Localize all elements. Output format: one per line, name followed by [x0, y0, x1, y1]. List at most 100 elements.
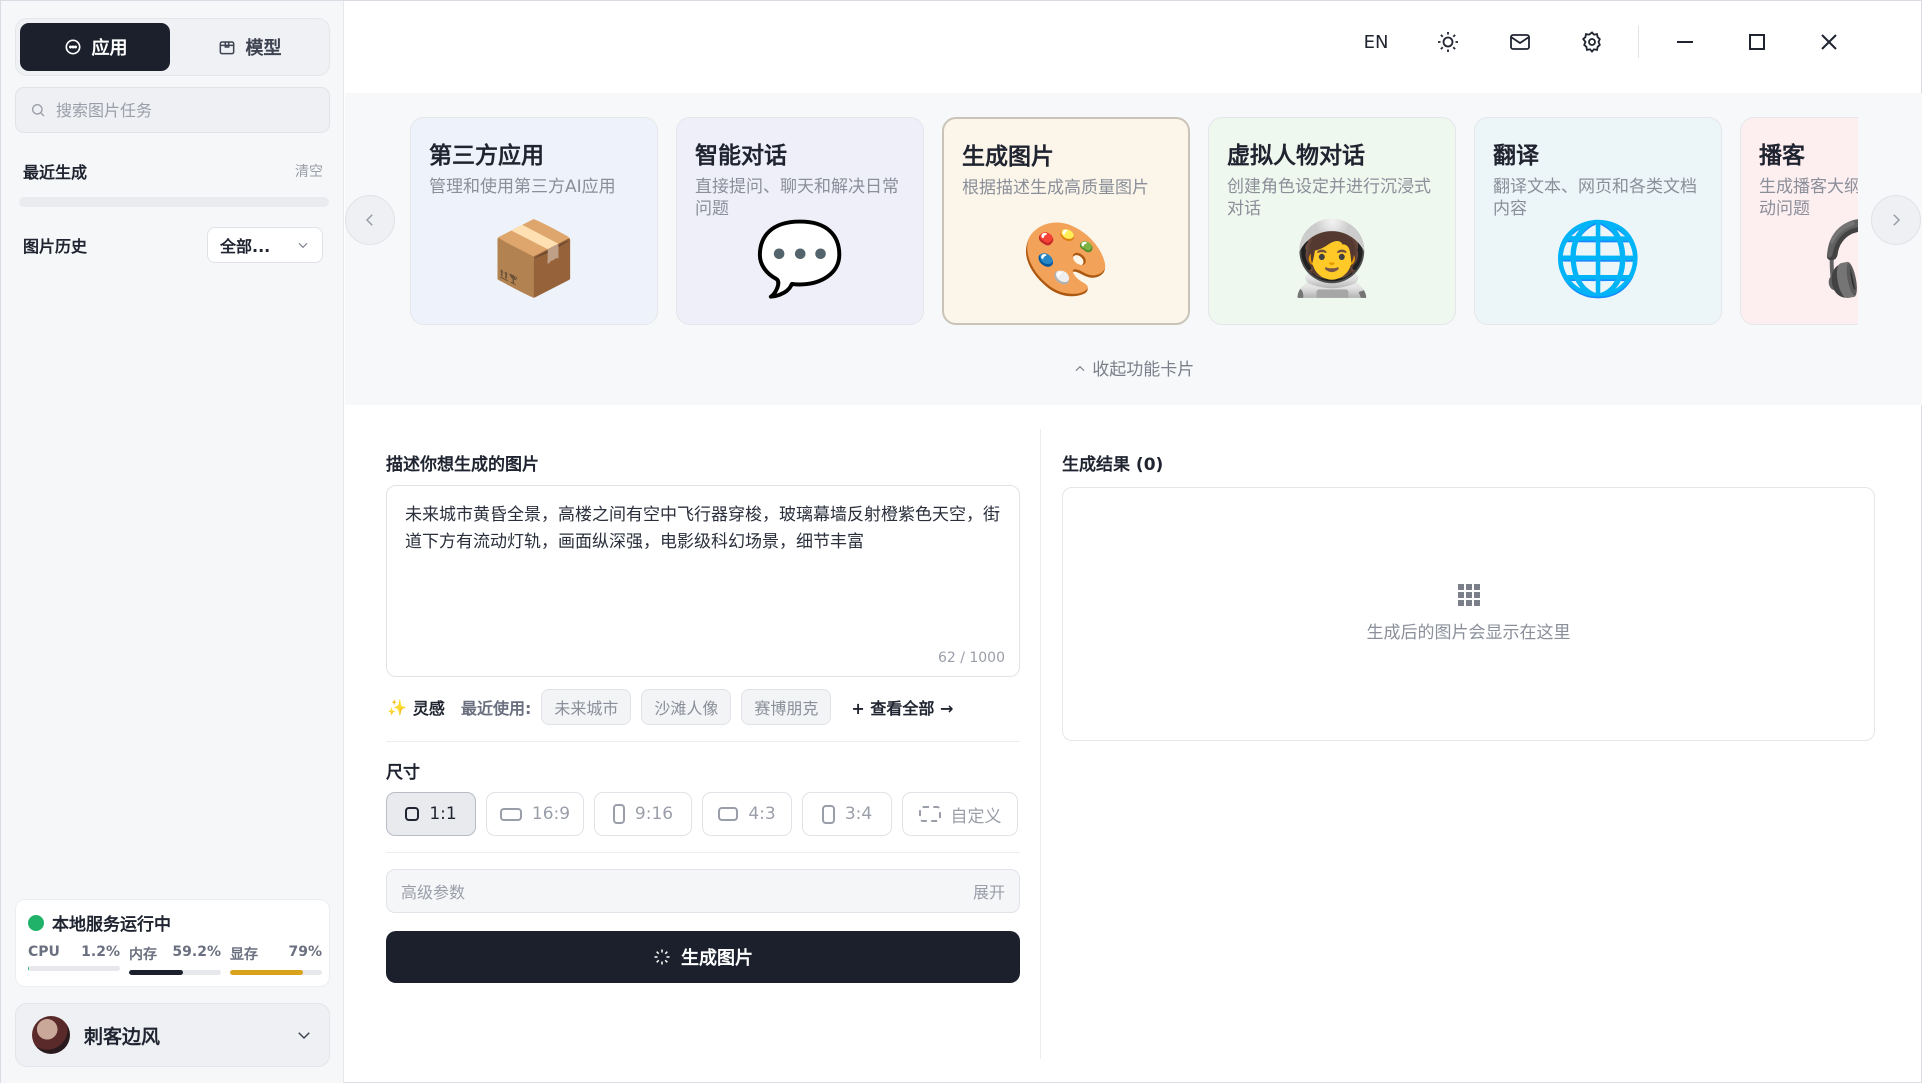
history-section-header: 图片历史 全部... — [23, 227, 323, 263]
cards-carousel: 第三方应用 管理和使用第三方AI应用 📦 智能对话 直接提问、聊天和解决日常问题… — [410, 117, 1858, 329]
metric-label: 内存 — [129, 947, 157, 963]
sidebar: 应用 模型 最近生成 清空 图片历史 全部... 本 — [1, 1, 344, 1083]
metric-memory: 内存 59.2% — [129, 944, 221, 975]
recent-placeholder — [19, 197, 329, 207]
result-empty-state: 生成后的图片会显示在这里 — [1063, 584, 1874, 643]
history-title: 图片历史 — [23, 237, 88, 256]
landscape-icon — [718, 807, 739, 821]
metric-cpu: CPU 1.2% — [28, 944, 120, 975]
metric-value: 79% — [288, 944, 322, 960]
metric-bar-fill — [230, 970, 303, 975]
card-title: 生成图片 — [962, 144, 1054, 170]
history-filter-value: 全部... — [220, 237, 271, 256]
search-box — [15, 87, 330, 133]
tab-model[interactable]: 模型 — [174, 23, 324, 71]
window-toolbar: EN — [1356, 21, 1849, 63]
recent-section-header: 最近生成 清空 — [23, 159, 323, 183]
feature-cards-panel: 第三方应用 管理和使用第三方AI应用 📦 智能对话 直接提问、聊天和解决日常问题… — [345, 93, 1922, 405]
inspiration-row: ✨ 灵感 最近使用: 未来城市 沙滩人像 赛博朋克 + 查看全部 → — [387, 689, 953, 725]
size-option-16-9[interactable]: 16:9 — [486, 792, 584, 836]
card-description: 根据描述生成高质量图片 — [962, 178, 1149, 198]
palette-icon: 🎨 — [1021, 217, 1111, 301]
advanced-params-toggle[interactable]: 高级参数 展开 — [386, 869, 1020, 913]
metric-value: 59.2% — [172, 944, 221, 960]
metric-bar-fill — [129, 970, 184, 975]
minimize-icon — [1677, 41, 1693, 43]
maximize-button[interactable] — [1737, 22, 1777, 62]
size-option-9-16[interactable]: 9:16 — [594, 792, 692, 836]
gear-icon — [1581, 31, 1601, 53]
size-option-1-1[interactable]: 1:1 — [386, 792, 476, 836]
metric-bar — [230, 970, 322, 975]
search-input[interactable] — [56, 100, 316, 120]
size-option-3-4[interactable]: 3:4 — [802, 792, 892, 836]
tab-app-label: 应用 — [91, 38, 128, 59]
user-menu[interactable]: 刺客边风 — [15, 1003, 330, 1067]
minimize-button[interactable] — [1665, 22, 1705, 62]
tab-app[interactable]: 应用 — [20, 23, 170, 71]
result-title: 生成结果 (0) — [1062, 455, 1164, 475]
cards-next-button[interactable] — [1871, 195, 1921, 245]
maximize-icon — [1749, 34, 1765, 50]
user-name: 刺客边风 — [84, 1025, 161, 1048]
square-icon — [405, 807, 420, 821]
size-options: 1:1 16:9 9:16 4:3 3:4 自定义 — [386, 792, 1018, 836]
form-divider — [386, 741, 1020, 742]
see-all-inspiration-link[interactable]: + 查看全部 → — [851, 695, 953, 719]
language-toggle[interactable]: EN — [1356, 22, 1396, 62]
portrait-icon — [821, 804, 835, 824]
size-option-custom[interactable]: 自定义 — [902, 792, 1018, 836]
metric-bar — [28, 966, 120, 971]
sun-icon — [1438, 32, 1458, 52]
clear-button[interactable]: 清空 — [295, 161, 323, 181]
box-icon: 📦 — [489, 216, 579, 300]
service-status-label: 本地服务运行中 — [52, 915, 171, 935]
card-generate-image[interactable]: 生成图片 根据描述生成高质量图片 🎨 — [942, 117, 1190, 325]
card-smart-chat[interactable]: 智能对话 直接提问、聊天和解决日常问题 💬 — [676, 117, 924, 325]
theme-toggle[interactable] — [1428, 22, 1468, 62]
card-description: 创建角色设定并进行沉浸式对话 — [1227, 177, 1431, 220]
inspiration-chip[interactable]: 赛博朋克 — [741, 689, 832, 725]
astronaut-icon: 🧑‍🚀 — [1287, 216, 1377, 300]
app-window: 应用 模型 最近生成 清空 图片历史 全部... 本 — [0, 0, 1922, 1083]
card-title: 翻译 — [1493, 143, 1539, 169]
chevron-left-icon — [365, 214, 373, 226]
custom-size-icon — [918, 806, 941, 822]
cards-prev-button[interactable] — [345, 195, 395, 245]
grid-icon — [1457, 584, 1480, 606]
card-title: 第三方应用 — [429, 143, 544, 169]
card-title: 虚拟人物对话 — [1227, 143, 1365, 169]
result-empty-text: 生成后的图片会显示在这里 — [1366, 623, 1571, 643]
size-option-4-3[interactable]: 4:3 — [702, 792, 792, 836]
card-third-party-apps[interactable]: 第三方应用 管理和使用第三方AI应用 📦 — [410, 117, 658, 325]
recent-title: 最近生成 — [23, 163, 88, 182]
chevron-up-icon — [1075, 365, 1085, 372]
char-count: 62 / 1000 — [937, 650, 1005, 666]
package-icon — [219, 41, 234, 55]
card-translate[interactable]: 翻译 翻译文本、网页和各类文档内容 🌐 — [1474, 117, 1722, 325]
generate-image-button[interactable]: 生成图片 — [386, 931, 1020, 983]
headphones-icon: 🎧 — [1819, 222, 1858, 294]
result-panel: 生成后的图片会显示在这里 — [1062, 487, 1875, 741]
mail-button[interactable] — [1500, 22, 1540, 62]
chat-bubble-icon — [65, 39, 80, 55]
size-option-label: 9:16 — [634, 804, 674, 824]
collapse-cards-button[interactable]: 收起功能卡片 — [345, 355, 1922, 380]
card-podcast[interactable]: 播客 生成播客大纲、主持稿和互动问题 🎧 — [1740, 117, 1858, 325]
chevron-right-icon — [1893, 214, 1901, 226]
metric-label: 显存 — [230, 947, 258, 963]
history-filter-select[interactable]: 全部... — [207, 227, 323, 263]
metric-vram: 显存 79% — [230, 944, 322, 975]
card-virtual-character-chat[interactable]: 虚拟人物对话 创建角色设定并进行沉浸式对话 🧑‍🚀 — [1208, 117, 1456, 325]
inspiration-chip[interactable]: 未来城市 — [541, 689, 632, 725]
card-title: 智能对话 — [695, 143, 787, 169]
form-divider — [386, 852, 1020, 853]
tab-model-label: 模型 — [245, 38, 282, 59]
close-button[interactable] — [1809, 22, 1849, 62]
inspiration-chip[interactable]: 沙滩人像 — [641, 689, 732, 725]
prompt-label: 描述你想生成的图片 — [386, 455, 539, 475]
size-option-label: 3:4 — [844, 804, 873, 824]
settings-button[interactable] — [1572, 22, 1612, 62]
close-icon — [1821, 34, 1837, 50]
prompt-textarea[interactable]: 未来城市黄昏全景，高楼之间有空中飞行器穿梭，玻璃幕墙反射橙紫色天空，街道下方有流… — [386, 485, 1020, 677]
